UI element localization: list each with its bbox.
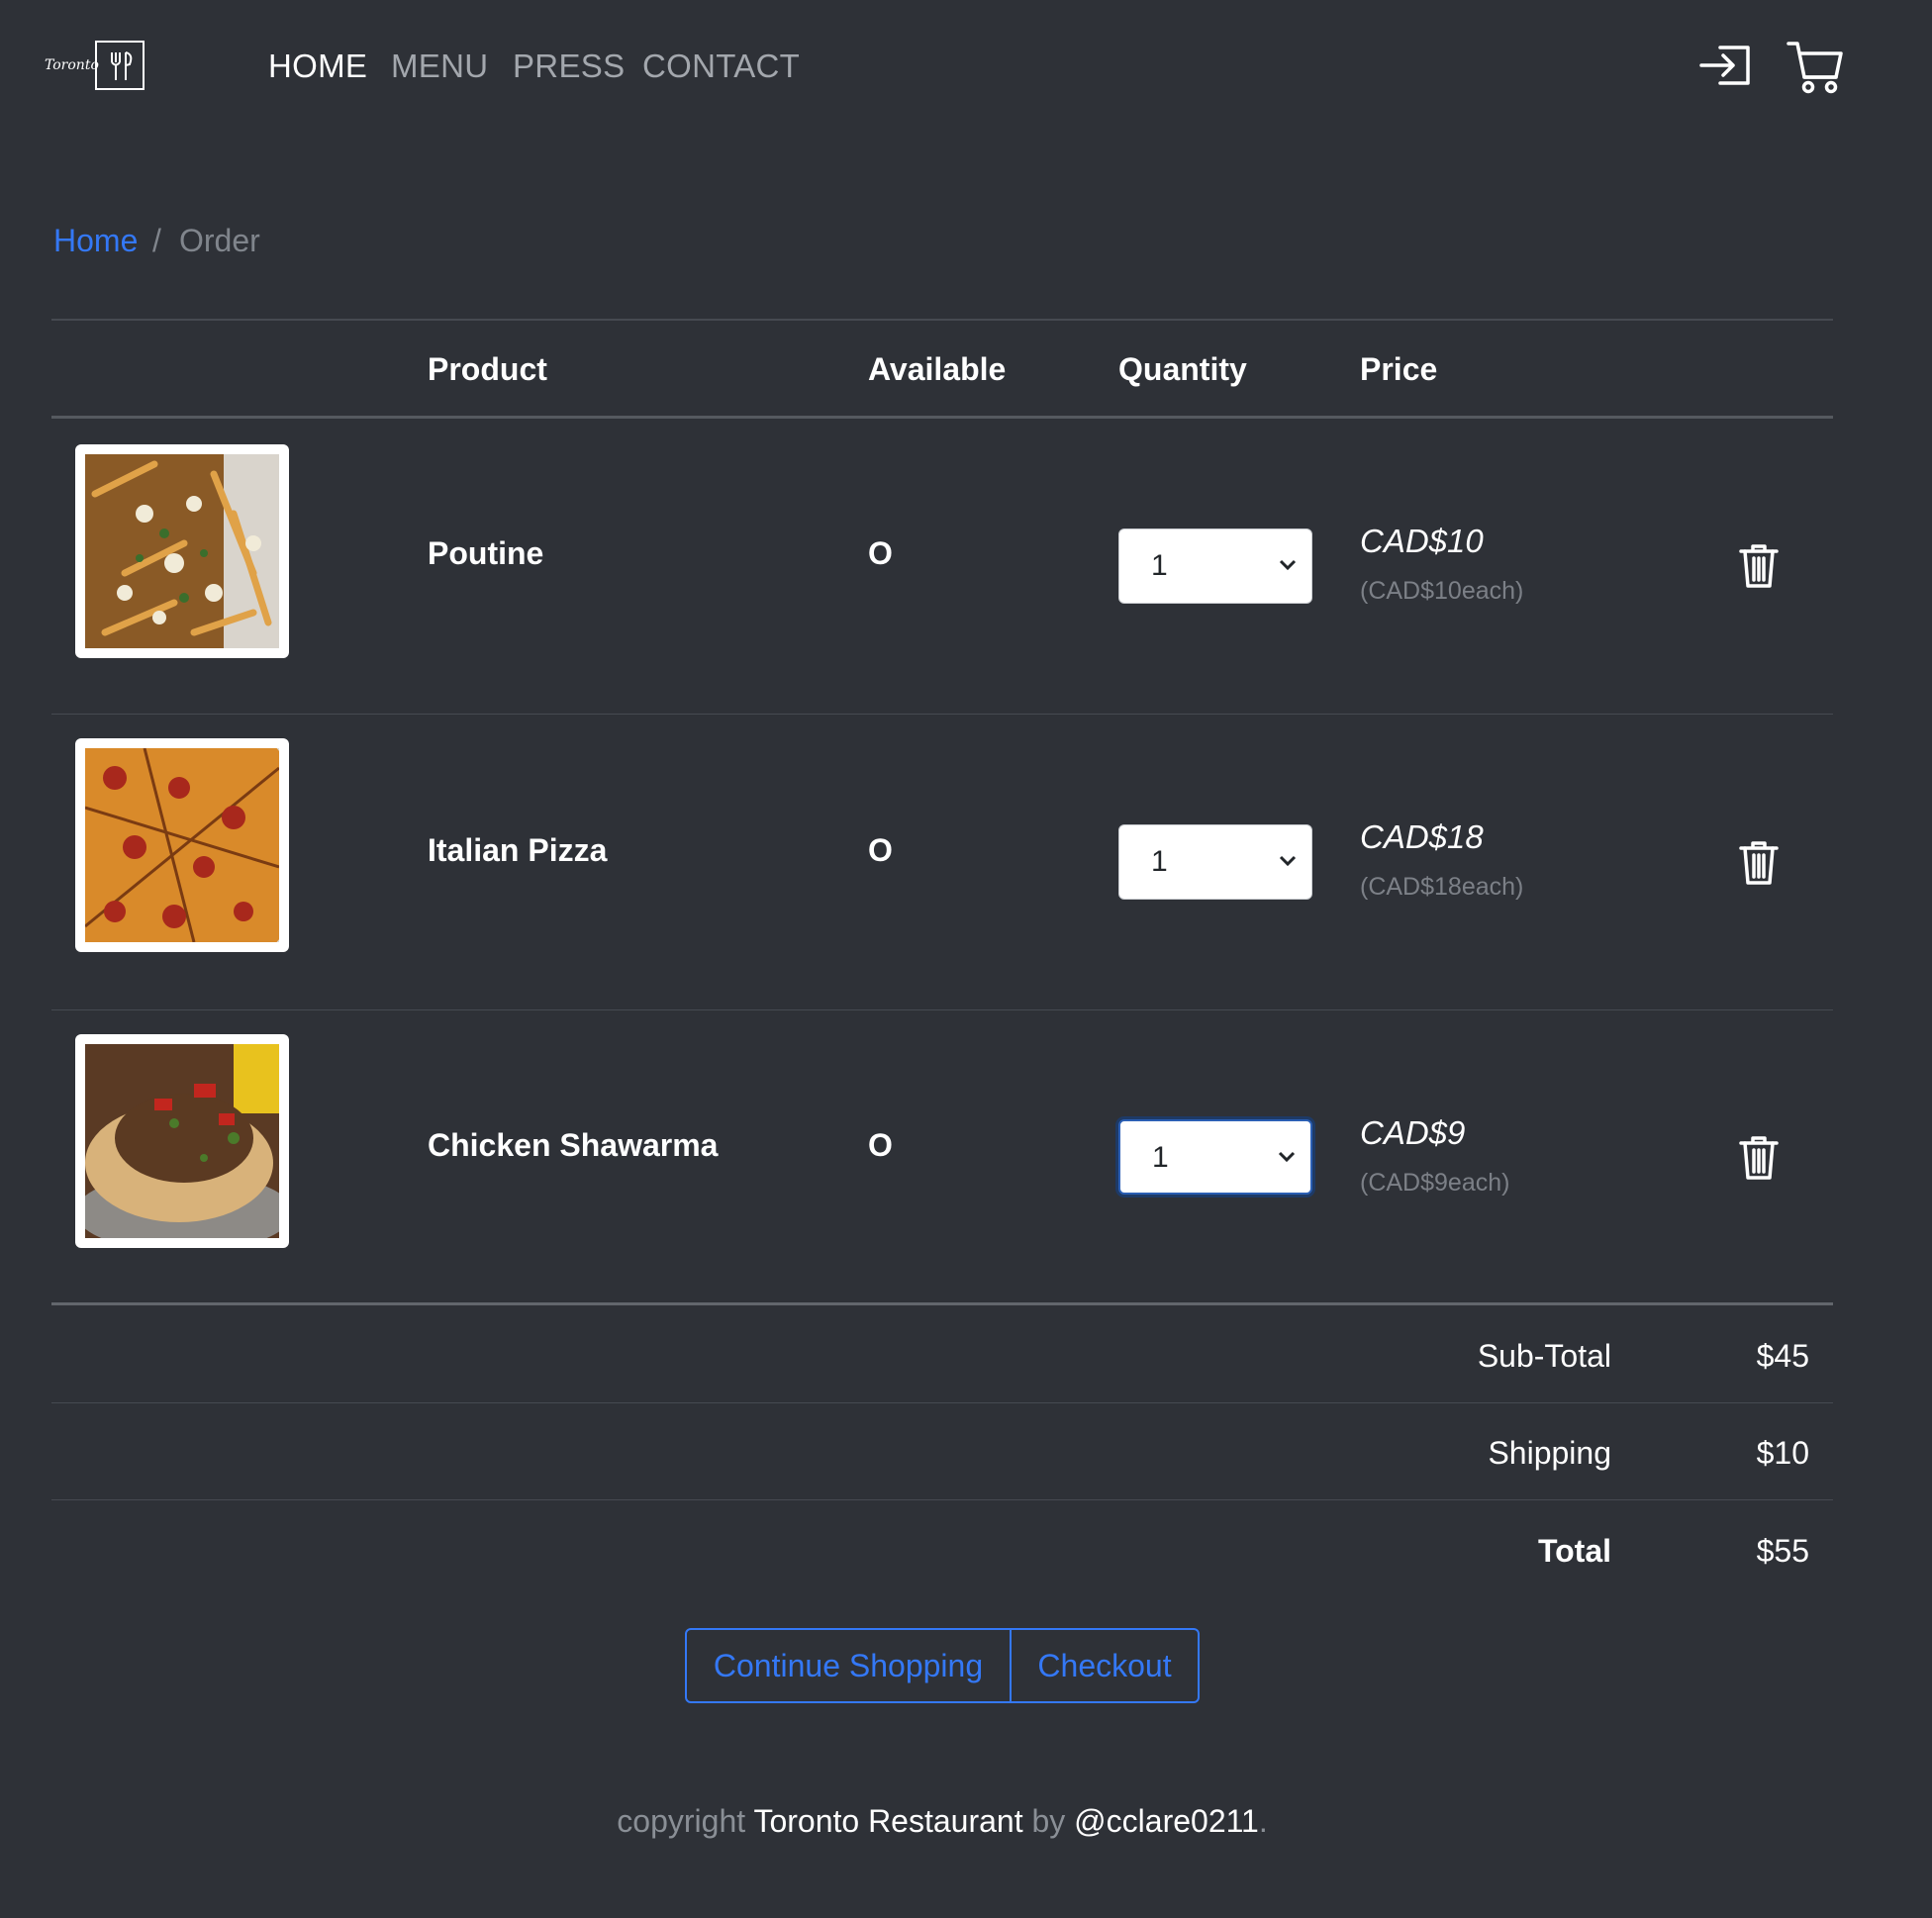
header-quantity: Quantity xyxy=(1118,351,1247,387)
footer-restaurant-link[interactable]: Toronto Restaurant xyxy=(753,1803,1022,1839)
trash-icon[interactable] xyxy=(1738,1134,1780,1187)
nav-contact[interactable]: CONTACT xyxy=(642,48,800,85)
availability: O xyxy=(868,1127,893,1163)
product-price: CAD$18 xyxy=(1360,818,1484,855)
breadcrumb-current: Order xyxy=(179,223,260,258)
total-label: Total xyxy=(1537,1533,1611,1569)
nav-press[interactable]: PRESS xyxy=(513,48,625,85)
product-name[interactable]: Poutine xyxy=(428,535,543,572)
trash-icon[interactable] xyxy=(1738,839,1780,892)
checkout-button[interactable]: Checkout xyxy=(1012,1628,1200,1703)
availability: O xyxy=(868,535,893,571)
totals-divider xyxy=(51,1402,1833,1403)
quantity-select[interactable]: 1 xyxy=(1118,1119,1312,1195)
quantity-value: 1 xyxy=(1151,845,1168,878)
logo-text[interactable]: Toronto xyxy=(45,57,99,73)
footer-by: by xyxy=(1031,1803,1066,1839)
header-available: Available xyxy=(868,351,1007,387)
table-top-divider xyxy=(51,319,1833,321)
chevron-down-icon xyxy=(1278,1151,1296,1163)
breadcrumb-home[interactable]: Home xyxy=(53,223,138,259)
chevron-down-icon xyxy=(1279,855,1297,867)
product-price: CAD$9 xyxy=(1360,1114,1466,1151)
table-bottom-divider xyxy=(51,1302,1833,1305)
header-product: Product xyxy=(428,351,547,387)
quantity-value: 1 xyxy=(1151,549,1168,582)
unit-price: (CAD$18each) xyxy=(1360,873,1524,901)
unit-price: (CAD$9each) xyxy=(1360,1169,1510,1197)
table-row: Poutine O 1 CAD$10 (CAD$10each) xyxy=(0,419,1881,714)
poutine-image xyxy=(75,444,289,658)
continue-shopping-button[interactable]: Continue Shopping xyxy=(685,1628,1012,1703)
subtotal-value: $45 xyxy=(1756,1338,1809,1374)
trash-icon[interactable] xyxy=(1738,542,1780,595)
availability: O xyxy=(868,832,893,868)
shawarma-image xyxy=(75,1034,293,1252)
table-row: Chicken Shawarma O 1 CAD$9 (CAD$9each) xyxy=(0,1010,1881,1302)
total-value: $55 xyxy=(1756,1533,1809,1569)
quantity-value: 1 xyxy=(1152,1141,1169,1174)
footer-author-link[interactable]: @cclare0211 xyxy=(1074,1803,1259,1839)
product-name[interactable]: Chicken Shawarma xyxy=(428,1127,718,1164)
login-icon[interactable] xyxy=(1698,40,1758,96)
totals-divider xyxy=(51,1499,1833,1500)
table-row: Italian Pizza O 1 CAD$18 (CAD$18each) xyxy=(0,697,1881,1009)
shipping-label: Shipping xyxy=(1488,1435,1611,1471)
cart-icon[interactable] xyxy=(1786,40,1845,102)
footer: copyright Toronto Restaurant by @cclare0… xyxy=(0,1803,1884,1840)
unit-price: (CAD$10each) xyxy=(1360,577,1524,605)
product-price: CAD$10 xyxy=(1360,523,1484,559)
shipping-value: $10 xyxy=(1756,1435,1809,1471)
product-name[interactable]: Italian Pizza xyxy=(428,832,607,869)
footer-copyright: copyright xyxy=(617,1803,746,1839)
footer-period: . xyxy=(1258,1803,1268,1839)
breadcrumb-separator: / xyxy=(152,223,161,258)
header-price: Price xyxy=(1360,351,1438,387)
logo-fork-knife-icon[interactable] xyxy=(95,41,145,90)
quantity-select[interactable]: 1 xyxy=(1118,824,1312,900)
chevron-down-icon xyxy=(1279,559,1297,571)
nav-home[interactable]: HOME xyxy=(268,48,367,85)
subtotal-label: Sub-Total xyxy=(1477,1338,1611,1374)
quantity-select[interactable]: 1 xyxy=(1118,528,1312,604)
pizza-image xyxy=(16,697,313,994)
nav-menu[interactable]: MENU xyxy=(391,48,488,85)
